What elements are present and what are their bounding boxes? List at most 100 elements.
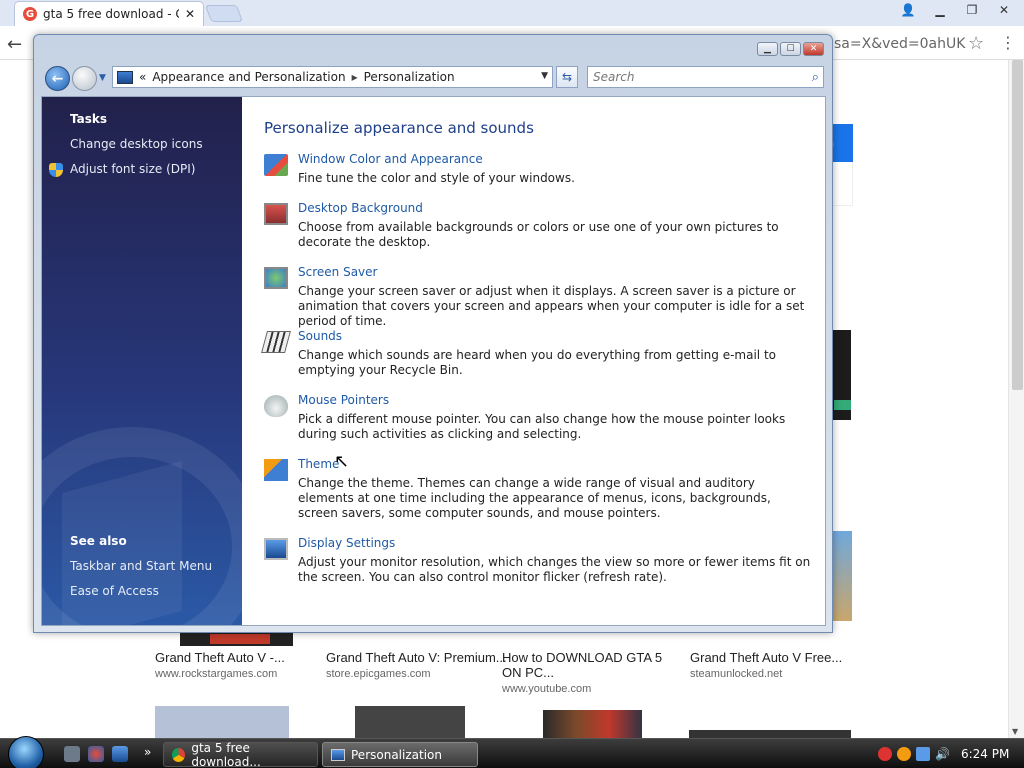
taskbar-button-label: gta 5 free download... [191,740,261,768]
restore-icon[interactable]: ❐ [958,0,986,19]
sounds-icon[interactable] [261,331,291,353]
desktop-background-icon[interactable] [264,203,288,225]
result-source: store.epicgames.com [326,668,431,680]
browser-tab[interactable]: G gta 5 free download - Goo ✕ [14,1,204,26]
option-link[interactable]: Screen Saver [298,265,377,279]
maximize-icon[interactable]: ☐ [780,42,801,56]
see-also-heading: See also [70,534,127,548]
close-icon[interactable]: ✕ [990,0,1018,19]
mouse-pointer-icon[interactable] [264,395,288,417]
result-title[interactable]: Grand Theft Auto V Free... [690,650,865,665]
result-item[interactable]: Grand Theft Auto V -... www.rockstargame… [155,650,330,680]
address-dropdown-icon[interactable]: ▼ [541,71,548,81]
option-description: Change your screen saver or adjust when … [298,284,805,328]
result-thumbnail[interactable] [543,710,642,738]
result-title[interactable]: Grand Theft Auto V: Premium... [326,650,507,665]
result-item[interactable]: Grand Theft Auto V Free... steamunlocked… [690,650,865,680]
taskbar-chrome-button[interactable]: gta 5 free download... [163,740,318,768]
quick-launch-app-icon[interactable] [88,746,104,762]
tasks-heading: Tasks [70,112,108,126]
option-description: Change which sounds are heard when you d… [298,348,776,377]
option-link[interactable]: Display Settings [298,536,395,550]
volume-icon[interactable]: 🔊 [935,747,950,761]
start-button[interactable] [8,736,44,768]
result-source: www.rockstargames.com [155,668,278,680]
image-results-row: Grand Theft Auto V -... www.rockstargame… [0,630,1010,700]
option-description: Change the theme. Themes can change a wi… [298,476,771,520]
clock[interactable]: 6:24 PM [961,747,1009,761]
quick-launch-overflow-icon[interactable]: » [144,745,151,759]
option-link[interactable]: Sounds [298,329,342,343]
search-input[interactable]: Search ⌕ [587,66,824,88]
result-item[interactable]: Grand Theft Auto V: Premium... store.epi… [326,650,507,680]
see-also-taskbar-start-menu[interactable]: Taskbar and Start Menu [70,559,212,573]
mouse-cursor-icon: ↖ [334,451,350,472]
task-change-desktop-icons[interactable]: Change desktop icons [70,137,203,151]
result-source: www.youtube.com [502,683,592,695]
close-icon[interactable]: ✕ [803,42,824,56]
breadcrumb-personalization[interactable]: Personalization [364,70,455,84]
breadcrumb-appearance[interactable]: Appearance and Personalization [152,70,345,84]
search-icon[interactable]: ⌕ [812,70,819,85]
page-scrollbar[interactable]: ▼ [1008,60,1024,738]
switch-windows-icon[interactable] [112,746,128,762]
search-placeholder: Search [593,70,635,84]
browser-back-icon[interactable]: ← [7,34,22,55]
taskbar-personalization-button[interactable]: Personalization [322,742,478,767]
browser-window-controls: 👤 ▁ ❐ ✕ [894,0,1018,19]
theme-icon[interactable] [264,459,288,481]
chrome-icon [172,747,186,762]
option-description: Fine tune the color and style of your wi… [298,171,575,185]
show-desktop-icon[interactable] [64,746,80,762]
result-title[interactable]: How to DOWNLOAD GTA 5 ON PC... [502,650,678,680]
forward-arrow-icon[interactable] [72,66,97,91]
minimize-icon[interactable]: ▁ [926,0,954,19]
result-thumbnail[interactable] [689,730,851,738]
personalization-window: ▁ ☐ ✕ ← ▼ « Appearance and Personalizati… [33,34,833,633]
see-also-ease-of-access[interactable]: Ease of Access [70,584,159,598]
scrollbar-thumb[interactable] [1012,60,1023,390]
bookmark-star-icon[interactable]: ☆ [968,33,984,54]
option-link[interactable]: Window Color and Appearance [298,152,483,166]
taskbar: » gta 5 free download... Personalization… [0,736,1024,768]
address-bar-text[interactable]: sa=X&ved=0ahUK [834,36,965,52]
back-arrow-icon[interactable]: ← [45,66,70,91]
breadcrumb[interactable]: « Appearance and Personalization ▸ Perso… [112,66,553,88]
new-tab-button[interactable] [204,5,244,22]
task-adjust-font-size[interactable]: Adjust font size (DPI) [70,162,195,176]
window-color-icon[interactable] [264,154,288,176]
user-icon[interactable]: 👤 [894,0,922,19]
option-description: Adjust your monitor resolution, which ch… [298,555,811,584]
network-icon[interactable] [916,747,930,761]
page-title: Personalize appearance and sounds [264,119,534,137]
uac-shield-icon [49,163,63,177]
result-item[interactable]: How to DOWNLOAD GTA 5 ON PC... www.youtu… [502,650,678,695]
breadcrumb-overflow[interactable]: « [139,70,146,84]
option-link[interactable]: Mouse Pointers [298,393,389,407]
window-content: Tasks Change desktop icons Adjust font s… [41,96,826,626]
tab-close-icon[interactable]: ✕ [185,7,195,21]
scroll-down-arrow-icon[interactable]: ▼ [1012,727,1018,736]
control-panel-icon [117,70,133,84]
result-thumbnail[interactable] [355,706,465,738]
option-description: Choose from available backgrounds or col… [298,220,779,249]
browser-tab-title: gta 5 free download - Goo [43,7,179,21]
search-tray-icon[interactable] [897,747,911,761]
option-link[interactable]: Desktop Background [298,201,423,215]
google-favicon-icon: G [23,7,37,21]
security-alert-icon[interactable] [878,747,892,761]
main-panel: Personalize appearance and sounds Window… [242,97,825,625]
minimize-icon[interactable]: ▁ [757,42,778,56]
result-thumbnail[interactable] [155,706,289,738]
refresh-icon[interactable]: ⇆ [556,66,578,88]
result-source: steamunlocked.net [690,668,783,680]
breadcrumb-separator[interactable]: ▸ [352,70,358,84]
recent-pages-dropdown-icon[interactable]: ▼ [99,73,106,83]
browser-menu-icon[interactable]: ⋮ [1000,33,1016,52]
control-panel-icon [331,748,345,761]
result-title[interactable]: Grand Theft Auto V -... [155,650,330,665]
option-description: Pick a different mouse pointer. You can … [298,412,786,441]
screen-saver-icon[interactable] [264,267,288,289]
task-pane: Tasks Change desktop icons Adjust font s… [42,97,242,625]
display-settings-icon[interactable] [264,538,288,560]
